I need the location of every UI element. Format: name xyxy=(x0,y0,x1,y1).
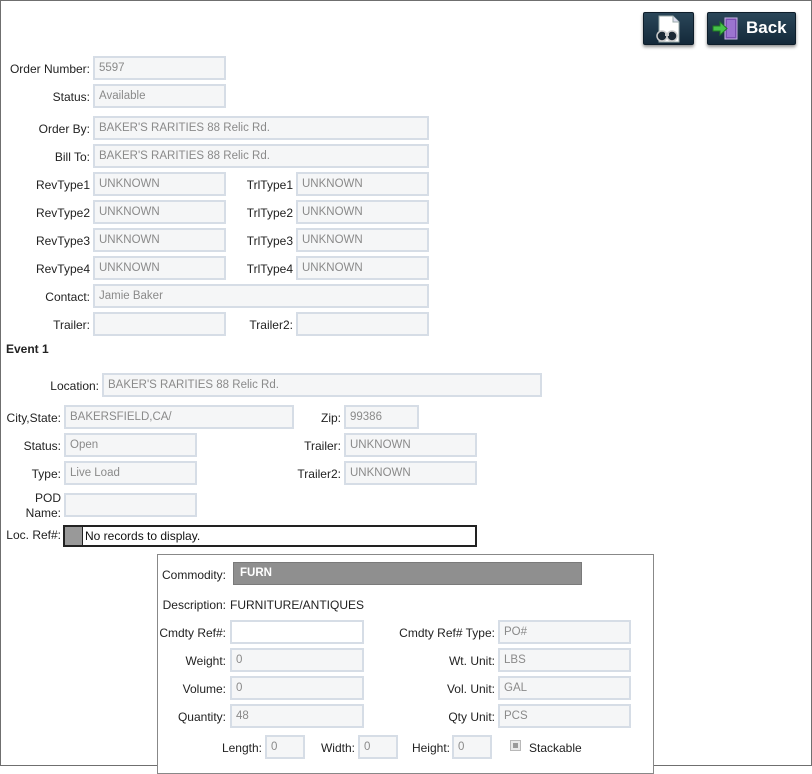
order-by-field[interactable] xyxy=(93,116,429,140)
trltype4-label: TrlType4 xyxy=(246,262,293,276)
cmdty-ref-label: Cmdty Ref#: xyxy=(159,626,226,640)
length-label: Length: xyxy=(221,741,262,755)
status-field[interactable] xyxy=(93,84,226,108)
event-trailer-field[interactable] xyxy=(344,433,477,457)
qty-unit-field[interactable] xyxy=(498,704,631,728)
cmdty-ref-field[interactable] xyxy=(230,620,364,644)
revtype1-field[interactable] xyxy=(93,172,226,196)
event-title: Event 1 xyxy=(6,342,49,356)
back-button[interactable]: Back xyxy=(707,12,796,45)
height-field[interactable] xyxy=(452,735,492,759)
vol-unit-label: Vol. Unit: xyxy=(446,682,495,696)
trltype1-field[interactable] xyxy=(296,172,429,196)
quantity-field[interactable] xyxy=(230,704,364,728)
weight-field[interactable] xyxy=(230,648,364,672)
contact-label: Contact: xyxy=(45,290,90,304)
pod-name-field[interactable] xyxy=(64,493,197,517)
city-state-label: City,State: xyxy=(6,411,61,425)
cmdty-ref-type-label: Cmdty Ref# Type: xyxy=(399,626,495,640)
stackable-checkbox[interactable] xyxy=(510,740,521,751)
view-document-button[interactable] xyxy=(643,12,694,45)
order-number-field[interactable] xyxy=(93,56,226,80)
trltype4-field[interactable] xyxy=(296,256,429,280)
order-number-label: Order Number: xyxy=(9,62,90,76)
contact-field[interactable] xyxy=(93,284,429,308)
quantity-label: Quantity: xyxy=(177,710,226,724)
loc-ref-grid[interactable]: No records to display. xyxy=(63,525,477,547)
event-trailer-label: Trailer: xyxy=(304,439,341,453)
pod-label-line1: POD xyxy=(34,491,61,505)
zip-label: Zip: xyxy=(320,411,341,425)
commodity-field[interactable]: FURN xyxy=(233,562,582,585)
trailer-field[interactable] xyxy=(93,312,226,336)
trltype2-label: TrlType2 xyxy=(246,206,293,220)
width-field[interactable] xyxy=(358,735,398,759)
revtype4-label: RevType4 xyxy=(35,262,90,276)
revtype3-label: RevType3 xyxy=(35,234,90,248)
status-label: Status: xyxy=(52,90,90,104)
event-status-field[interactable] xyxy=(64,433,197,457)
trltype2-field[interactable] xyxy=(296,200,429,224)
city-state-field[interactable] xyxy=(64,405,294,429)
order-by-label: Order By: xyxy=(38,122,90,136)
width-label: Width: xyxy=(320,741,355,755)
stackable-label: Stackable xyxy=(529,741,582,755)
commodity-label: Commodity: xyxy=(161,568,226,582)
zip-field[interactable] xyxy=(344,405,419,429)
event-type-field[interactable] xyxy=(64,461,197,485)
trltype3-field[interactable] xyxy=(296,228,429,252)
event-type-label: Type: xyxy=(31,467,61,481)
revtype1-label: RevType1 xyxy=(35,178,90,192)
trltype1-label: TrlType1 xyxy=(246,178,293,192)
event-location-label: Location: xyxy=(50,379,99,393)
cmdty-ref-type-field[interactable] xyxy=(498,620,631,644)
trailer-label: Trailer: xyxy=(53,318,90,332)
height-label: Height: xyxy=(411,741,450,755)
vol-unit-field[interactable] xyxy=(498,676,631,700)
binoculars-document-icon xyxy=(656,15,680,43)
qty-unit-label: Qty Unit: xyxy=(448,710,495,724)
trltype3-label: TrlType3 xyxy=(246,234,293,248)
back-button-label: Back xyxy=(746,18,787,37)
wt-unit-label: Wt. Unit: xyxy=(448,654,495,668)
grid-row-selector[interactable] xyxy=(65,527,83,545)
event-status-label: Status: xyxy=(23,439,61,453)
event-trailer2-label: Trailer2: xyxy=(297,467,341,481)
trailer2-label: Trailer2: xyxy=(249,318,293,332)
description-value: FURNITURE/ANTIQUES xyxy=(230,598,365,612)
revtype4-field[interactable] xyxy=(93,256,226,280)
volume-label: Volume: xyxy=(182,682,226,696)
loc-ref-label: Loc. Ref#: xyxy=(6,528,61,542)
revtype2-label: RevType2 xyxy=(35,206,90,220)
exit-door-icon xyxy=(712,17,738,40)
pod-label-line2: Name: xyxy=(25,506,61,520)
length-field[interactable] xyxy=(265,735,305,759)
revtype3-field[interactable] xyxy=(93,228,226,252)
description-label: Description: xyxy=(162,598,226,612)
bill-to-label: Bill To: xyxy=(54,150,90,164)
wt-unit-field[interactable] xyxy=(498,648,631,672)
revtype2-field[interactable] xyxy=(93,200,226,224)
grid-empty-message: No records to display. xyxy=(85,529,201,543)
bill-to-field[interactable] xyxy=(93,144,429,168)
volume-field[interactable] xyxy=(230,676,364,700)
event-location-field[interactable] xyxy=(102,373,542,397)
trailer2-field[interactable] xyxy=(296,312,429,336)
weight-label: Weight: xyxy=(185,654,226,668)
event-trailer2-field[interactable] xyxy=(344,461,477,485)
